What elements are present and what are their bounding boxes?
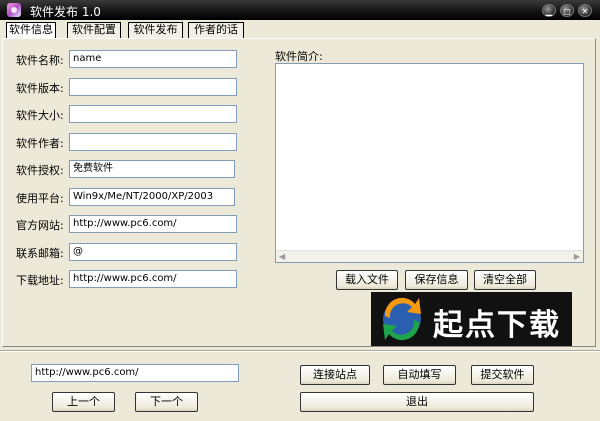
exit-button[interactable]: 退出	[300, 392, 534, 412]
title-bar: 软件发布 1.0 ▁ □ ✕	[0, 0, 600, 20]
author-label: 软件作者:	[16, 137, 64, 150]
website-label: 官方网站:	[16, 219, 64, 232]
scroll-left-icon[interactable]: ◀	[279, 251, 285, 262]
site-url-field[interactable]: http://www.pc6.com/	[31, 364, 239, 382]
author-field[interactable]	[69, 133, 237, 151]
clear-all-button[interactable]: 清空全部	[474, 270, 536, 290]
save-info-button[interactable]: 保存信息	[405, 270, 468, 290]
tab-software-publish[interactable]: 软件发布	[128, 22, 183, 38]
license-label: 软件授权:	[16, 164, 64, 177]
brand-logo: 起点下载	[371, 292, 572, 346]
platform-label: 使用平台:	[16, 192, 64, 205]
tab-software-info[interactable]: 软件信息	[6, 22, 56, 39]
name-label: 软件名称:	[16, 54, 64, 67]
app-icon	[7, 3, 21, 17]
load-file-button[interactable]: 载入文件	[336, 270, 398, 290]
window-title: 软件发布 1.0	[30, 5, 101, 19]
size-label: 软件大小:	[16, 109, 64, 122]
minimize-icon[interactable]: ▁	[542, 4, 556, 17]
maximize-icon[interactable]: □	[560, 4, 574, 17]
previous-button[interactable]: 上一个	[52, 392, 115, 412]
intro-label: 软件简介:	[275, 50, 323, 63]
download-label: 下载地址:	[16, 274, 64, 287]
horizontal-scrollbar[interactable]: ◀ ▶	[276, 250, 583, 262]
size-field[interactable]	[69, 105, 237, 123]
email-field[interactable]: @	[69, 243, 237, 261]
connect-site-button[interactable]: 连接站点	[300, 365, 370, 385]
close-icon[interactable]: ✕	[578, 4, 592, 17]
next-button[interactable]: 下一个	[135, 392, 198, 412]
platform-field[interactable]: Win9x/Me/NT/2000/XP/2003	[69, 188, 235, 206]
auto-fill-button[interactable]: 自动填写	[383, 365, 456, 385]
scroll-right-icon[interactable]: ▶	[574, 251, 580, 262]
name-field[interactable]: name	[69, 50, 237, 68]
tab-author-notes[interactable]: 作者的话	[188, 22, 244, 38]
tab-software-config[interactable]: 软件配置	[67, 22, 121, 38]
intro-textarea[interactable]: ◀ ▶	[275, 63, 584, 263]
divider	[0, 350, 600, 352]
download-field[interactable]: http://www.pc6.com/	[69, 270, 237, 288]
logo-emblem-icon	[383, 297, 421, 341]
website-field[interactable]: http://www.pc6.com/	[69, 215, 237, 233]
version-field[interactable]	[69, 78, 237, 96]
version-label: 软件版本:	[16, 82, 64, 95]
email-label: 联系邮箱:	[16, 247, 64, 260]
submit-software-button[interactable]: 提交软件	[471, 365, 534, 385]
logo-text: 起点下载	[433, 308, 561, 343]
license-select[interactable]: 免费软件	[69, 160, 235, 178]
